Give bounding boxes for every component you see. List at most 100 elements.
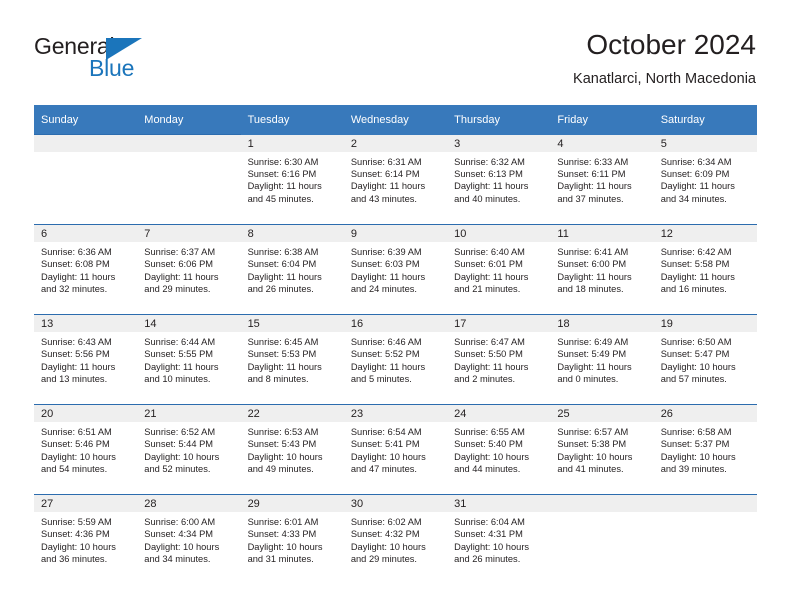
calendar-day-cell[interactable]: 25 Sunrise: 6:57 AM Sunset: 5:38 PM Dayligh… <box>550 404 654 495</box>
day-number: 27 <box>34 495 138 512</box>
day-number <box>34 135 138 152</box>
sunset-time: Sunset: 6:06 PM <box>144 259 214 270</box>
calendar-day-cell[interactable]: 26 Sunrise: 6:58 AM Sunset: 5:37 PM Dayligh… <box>653 404 757 495</box>
day-number <box>550 495 654 512</box>
calendar-day-cell[interactable]: 3 Sunrise: 6:32 AM Sunset: 6:13 PM Daylight… <box>447 134 551 225</box>
calendar-day-cell[interactable]: 4 Sunrise: 6:33 AM Sunset: 6:11 PM Daylight… <box>550 134 654 225</box>
daylight-duration-line2: and 29 minutes. <box>350 554 417 565</box>
daylight-duration-line1: Daylight: 10 hours <box>350 451 426 462</box>
calendar-day-cell[interactable]: 13 Sunrise: 6:43 AM Sunset: 5:56 PM Dayligh… <box>34 314 138 405</box>
calendar-day-cell[interactable]: 15 Sunrise: 6:45 AM Sunset: 5:53 PM Dayligh… <box>240 314 344 405</box>
day-detail: Sunrise: 6:00 AM Sunset: 4:34 PM Daylight:… <box>137 512 240 566</box>
sunrise-time: Sunrise: 5:59 AM <box>41 517 112 527</box>
daylight-duration-line1: Daylight: 10 hours <box>247 451 323 462</box>
calendar-day-cell[interactable]: 7 Sunrise: 6:37 AM Sunset: 6:06 PM Daylight… <box>137 224 241 315</box>
calendar-day-cell[interactable]: 10 Sunrise: 6:40 AM Sunset: 6:01 PM Dayligh… <box>447 224 551 315</box>
calendar-day-cell[interactable]: 8 Sunrise: 6:38 AM Sunset: 6:04 PM Daylight… <box>240 224 344 315</box>
day-number: 20 <box>34 405 138 422</box>
day-number: 28 <box>137 495 241 512</box>
calendar-day-cell[interactable]: 6 Sunrise: 6:36 AM Sunset: 6:08 PM Daylight… <box>34 224 138 315</box>
calendar-day-cell[interactable]: 19 Sunrise: 6:50 AM Sunset: 5:47 PM Dayligh… <box>653 314 757 405</box>
day-detail: Sunrise: 6:02 AM Sunset: 4:32 PM Daylight:… <box>344 512 447 566</box>
day-detail: Sunrise: 6:30 AM Sunset: 6:16 PM Daylight:… <box>241 152 344 206</box>
daylight-duration-line1: Daylight: 11 hours <box>350 271 426 282</box>
daylight-duration-line1: Daylight: 10 hours <box>41 451 116 462</box>
calendar-week-row: 6 Sunrise: 6:36 AM Sunset: 6:08 PM Daylight… <box>34 224 757 315</box>
day-detail: Sunrise: 6:39 AM Sunset: 6:03 PM Daylight:… <box>344 242 447 296</box>
sunset-time: Sunset: 5:58 PM <box>660 259 730 270</box>
calendar-day-cell[interactable]: 17 Sunrise: 6:47 AM Sunset: 5:50 PM Dayligh… <box>447 314 551 405</box>
daylight-duration-line2: and 34 minutes. <box>144 554 211 565</box>
calendar-day-cell[interactable]: 2 Sunrise: 6:31 AM Sunset: 6:14 PM Daylight… <box>343 134 448 225</box>
day-detail: Sunrise: 6:37 AM Sunset: 6:06 PM Daylight:… <box>137 242 240 296</box>
sunrise-time: Sunrise: 6:46 AM <box>350 337 422 347</box>
daylight-duration-line2: and 44 minutes. <box>454 464 521 475</box>
calendar-day-cell[interactable]: 23 Sunrise: 6:54 AM Sunset: 5:41 PM Dayligh… <box>343 404 448 495</box>
calendar-day-cell[interactable]: 27 Sunrise: 5:59 AM Sunset: 4:36 PM Dayligh… <box>34 494 138 584</box>
daylight-duration-line2: and 26 minutes. <box>454 554 521 565</box>
daylight-duration-line1: Daylight: 10 hours <box>144 451 220 462</box>
daylight-duration-line2: and 16 minutes. <box>660 284 727 295</box>
day-number: 22 <box>240 405 344 422</box>
weekday-header-tuesday: Tuesday <box>240 105 344 135</box>
sunset-time: Sunset: 6:00 PM <box>557 259 627 270</box>
calendar-day-cell[interactable]: 20 Sunrise: 6:51 AM Sunset: 5:46 PM Dayligh… <box>34 404 138 495</box>
page-title: October 2024 <box>586 29 756 60</box>
day-detail: Sunrise: 6:34 AM Sunset: 6:09 PM Daylight:… <box>654 152 757 206</box>
sunset-time: Sunset: 5:47 PM <box>660 349 730 360</box>
calendar-week-row: 1 Sunrise: 6:30 AM Sunset: 6:16 PM Daylight… <box>34 134 757 225</box>
sunset-time: Sunset: 4:33 PM <box>247 529 317 540</box>
weekday-header-friday: Friday <box>550 105 654 135</box>
calendar-day-cell[interactable]: 31 Sunrise: 6:04 AM Sunset: 4:31 PM Dayligh… <box>447 494 551 584</box>
sunset-time: Sunset: 5:53 PM <box>247 349 317 360</box>
daylight-duration-line1: Daylight: 10 hours <box>454 451 530 462</box>
day-number <box>653 495 757 512</box>
calendar-day-cell[interactable]: 16 Sunrise: 6:46 AM Sunset: 5:52 PM Dayligh… <box>343 314 448 405</box>
calendar-day-cell[interactable]: 5 Sunrise: 6:34 AM Sunset: 6:09 PM Daylight… <box>653 134 757 225</box>
sunset-time: Sunset: 4:32 PM <box>350 529 420 540</box>
day-detail: Sunrise: 6:33 AM Sunset: 6:11 PM Daylight:… <box>550 152 653 206</box>
sunset-time: Sunset: 5:50 PM <box>454 349 523 360</box>
sunset-time: Sunset: 5:37 PM <box>660 439 730 450</box>
daylight-duration-line1: Daylight: 10 hours <box>144 541 220 552</box>
calendar-day-cell[interactable]: 30 Sunrise: 6:02 AM Sunset: 4:32 PM Dayligh… <box>343 494 448 584</box>
daylight-duration-line1: Daylight: 11 hours <box>247 181 322 192</box>
title-block: October 2024 Kanatlarci, North Macedonia <box>573 28 756 88</box>
calendar-day-cell[interactable]: 1 Sunrise: 6:30 AM Sunset: 6:16 PM Daylight… <box>240 134 344 225</box>
day-detail: Sunrise: 6:53 AM Sunset: 5:43 PM Daylight:… <box>241 422 344 476</box>
daylight-duration-line1: Daylight: 10 hours <box>557 451 633 462</box>
day-number: 11 <box>550 225 654 242</box>
daylight-duration-line2: and 26 minutes. <box>247 284 314 295</box>
daylight-duration-line2: and 2 minutes. <box>454 374 516 385</box>
sunrise-time: Sunrise: 6:47 AM <box>454 337 525 347</box>
day-detail: Sunrise: 6:46 AM Sunset: 5:52 PM Daylight:… <box>344 332 447 386</box>
calendar-day-cell[interactable]: 22 Sunrise: 6:53 AM Sunset: 5:43 PM Dayligh… <box>240 404 344 495</box>
daylight-duration-line1: Daylight: 11 hours <box>247 271 322 282</box>
brand-logo[interactable]: General Blue <box>34 34 214 86</box>
day-detail: Sunrise: 6:58 AM Sunset: 5:37 PM Daylight:… <box>654 422 757 476</box>
sunrise-time: Sunrise: 6:45 AM <box>247 337 319 347</box>
day-number: 31 <box>447 495 551 512</box>
calendar-day-cell[interactable]: 14 Sunrise: 6:44 AM Sunset: 5:55 PM Dayligh… <box>137 314 241 405</box>
day-number: 9 <box>343 225 448 242</box>
daylight-duration-line2: and 57 minutes. <box>660 374 727 385</box>
calendar-day-cell[interactable]: 11 Sunrise: 6:41 AM Sunset: 6:00 PM Dayligh… <box>550 224 654 315</box>
daylight-duration-line2: and 13 minutes. <box>41 374 108 385</box>
calendar-day-cell[interactable]: 29 Sunrise: 6:01 AM Sunset: 4:33 PM Dayligh… <box>240 494 344 584</box>
daylight-duration-line2: and 21 minutes. <box>454 284 521 295</box>
day-number: 24 <box>447 405 551 422</box>
day-detail: Sunrise: 6:04 AM Sunset: 4:31 PM Daylight:… <box>447 512 550 566</box>
sunset-time: Sunset: 6:09 PM <box>660 168 730 179</box>
daylight-duration-line2: and 0 minutes. <box>557 374 619 385</box>
calendar-day-cell[interactable]: 28 Sunrise: 6:00 AM Sunset: 4:34 PM Dayligh… <box>137 494 241 584</box>
calendar-day-cell[interactable]: 18 Sunrise: 6:49 AM Sunset: 5:49 PM Dayligh… <box>550 314 654 405</box>
calendar-day-cell[interactable]: 24 Sunrise: 6:55 AM Sunset: 5:40 PM Dayligh… <box>447 404 551 495</box>
sunrise-time: Sunrise: 6:01 AM <box>247 517 319 527</box>
sunset-time: Sunset: 4:31 PM <box>454 529 523 540</box>
daylight-duration-line2: and 24 minutes. <box>350 284 417 295</box>
calendar-day-cell[interactable]: 9 Sunrise: 6:39 AM Sunset: 6:03 PM Daylight… <box>343 224 448 315</box>
calendar-day-cell[interactable]: 21 Sunrise: 6:52 AM Sunset: 5:44 PM Dayligh… <box>137 404 241 495</box>
calendar-day-cell[interactable]: 12 Sunrise: 6:42 AM Sunset: 5:58 PM Dayligh… <box>653 224 757 315</box>
sunset-time: Sunset: 6:04 PM <box>247 259 317 270</box>
daylight-duration-line1: Daylight: 11 hours <box>557 361 632 372</box>
